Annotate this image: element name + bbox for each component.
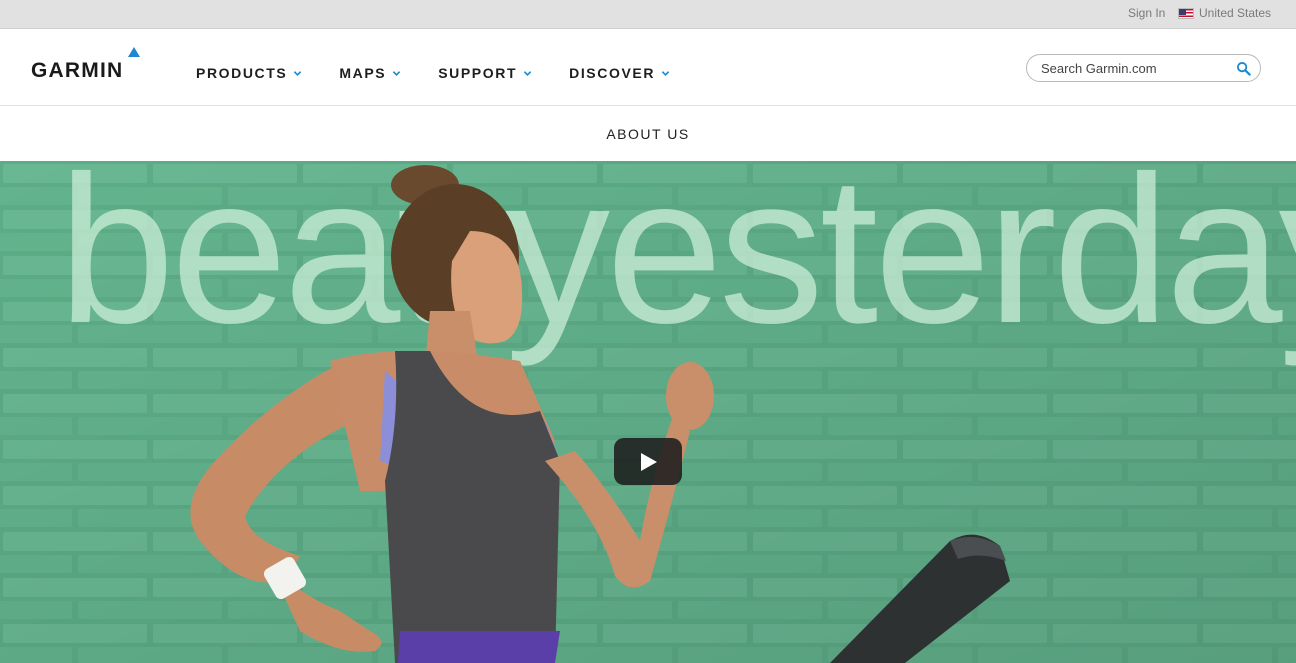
- nav-maps-label: MAPS: [339, 65, 387, 81]
- play-icon: [641, 453, 657, 471]
- runner-figure: [190, 165, 1010, 663]
- logo-triangle-icon: [128, 47, 140, 57]
- logo-wordmark: GARMIN: [31, 59, 124, 82]
- search-input[interactable]: [1041, 60, 1231, 77]
- search-box: [1026, 54, 1261, 82]
- nav-support[interactable]: SUPPORT: [438, 65, 532, 81]
- nav-products[interactable]: PRODUCTS: [196, 65, 302, 81]
- nav-discover-label: DISCOVER: [569, 65, 656, 81]
- country-label: United States: [1199, 6, 1272, 20]
- garmin-logo[interactable]: GARMIN: [31, 45, 146, 85]
- chevron-down-icon: [523, 70, 532, 76]
- hero-video[interactable]: beat yesterday: [0, 161, 1296, 663]
- primary-nav: PRODUCTS MAPS SUPPORT DISCOVER: [196, 65, 707, 81]
- nav-discover[interactable]: DISCOVER: [569, 65, 670, 81]
- sub-nav: ABOUT US: [0, 106, 1296, 161]
- nav-products-label: PRODUCTS: [196, 65, 288, 81]
- utility-bar: Sign In United States: [0, 0, 1296, 29]
- about-us-link[interactable]: ABOUT US: [0, 126, 1296, 142]
- chevron-down-icon: [661, 70, 670, 76]
- video-play-button[interactable]: [614, 438, 682, 485]
- chevron-down-icon: [392, 70, 401, 76]
- us-flag-icon: [1178, 7, 1194, 19]
- main-header: GARMIN PRODUCTS MAPS SUPPORT DISCOVER: [0, 29, 1296, 106]
- country-selector[interactable]: United States: [1178, 6, 1271, 20]
- sign-in-link[interactable]: Sign In: [1128, 6, 1165, 20]
- nav-maps[interactable]: MAPS: [339, 65, 401, 81]
- chevron-down-icon: [294, 70, 302, 76]
- search-icon[interactable]: [1236, 61, 1251, 76]
- nav-support-label: SUPPORT: [438, 65, 518, 81]
